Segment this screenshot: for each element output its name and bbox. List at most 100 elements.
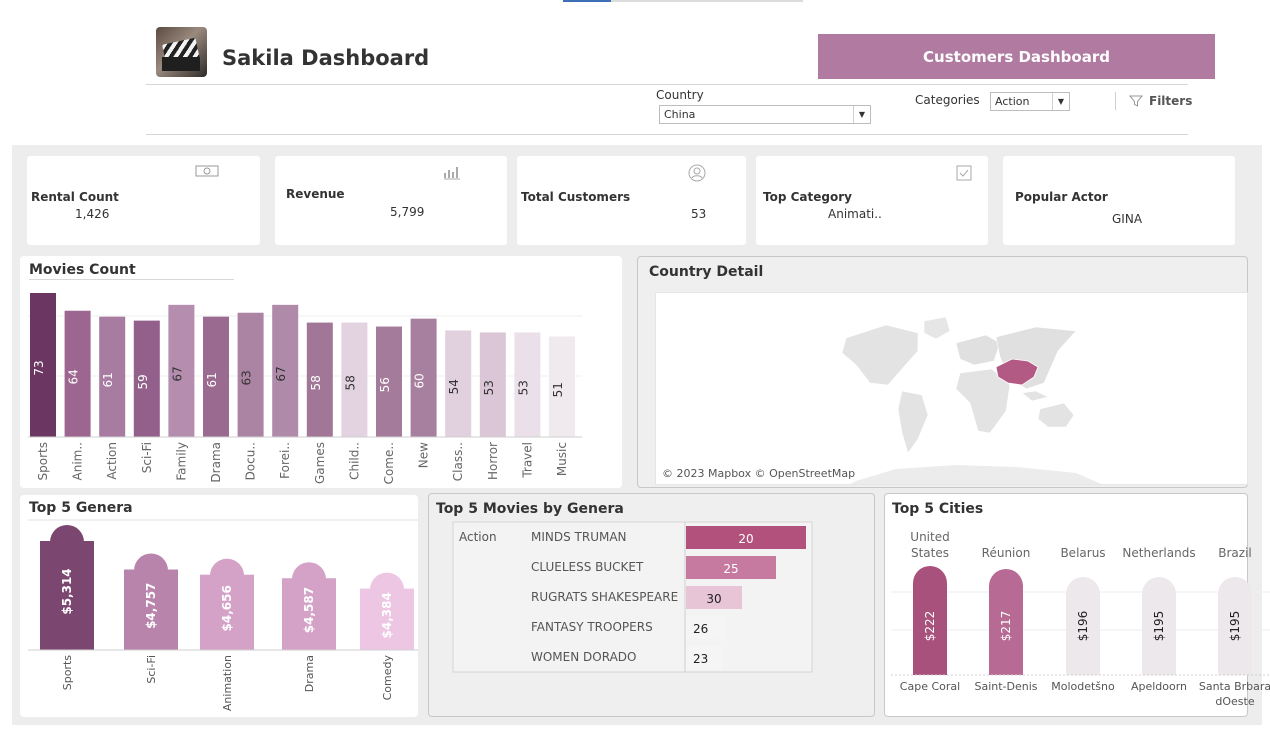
data-label: 51 bbox=[551, 382, 565, 397]
data-label: $4,384 bbox=[380, 592, 394, 638]
data-label: $196 bbox=[1076, 611, 1090, 642]
data-label: 67 bbox=[274, 366, 288, 381]
continent-north-america bbox=[841, 324, 919, 386]
data-label: 59 bbox=[136, 374, 150, 389]
kpi-total-customers: Total Customers 53 bbox=[517, 156, 746, 245]
data-label: $5,314 bbox=[60, 568, 74, 614]
tick-label: Horror bbox=[486, 442, 500, 480]
continent-australia bbox=[1037, 402, 1075, 428]
movie-label: RUGRATS SHAKESPEARE bbox=[531, 590, 678, 604]
money-icon bbox=[195, 164, 219, 182]
country-label: United bbox=[910, 530, 949, 544]
data-label: $217 bbox=[999, 611, 1013, 642]
tick-label: Action bbox=[105, 442, 119, 480]
data-label: 23 bbox=[693, 652, 708, 666]
divider bbox=[1115, 92, 1116, 110]
kpi-revenue: Revenue 5,799 bbox=[275, 156, 507, 245]
data-label: $4,757 bbox=[144, 583, 158, 629]
continent-europe bbox=[955, 334, 1001, 366]
tick-label: Child.. bbox=[347, 442, 361, 480]
region-southeast-asia bbox=[1021, 390, 1049, 402]
movie-label: CLUELESS BUCKET bbox=[531, 560, 644, 574]
kpi-value: 1,426 bbox=[75, 207, 110, 221]
kpi-label: Total Customers bbox=[521, 190, 631, 204]
filters-label: Filters bbox=[1149, 94, 1193, 108]
tick-label: Molodetšno bbox=[1051, 680, 1115, 693]
data-label: 30 bbox=[706, 592, 721, 606]
world-map[interactable]: © 2023 Mapbox © OpenStreetMap bbox=[655, 292, 1248, 485]
kpi-value: 53 bbox=[691, 207, 707, 221]
filters-button[interactable]: Filters bbox=[1129, 94, 1192, 108]
chevron-down-icon[interactable]: ▼ bbox=[1052, 93, 1069, 110]
categories-select[interactable]: Action ▼ bbox=[990, 92, 1070, 111]
continent-antarctica bbox=[850, 465, 1102, 484]
data-label: 53 bbox=[516, 380, 530, 395]
customers-dashboard-button[interactable]: Customers Dashboard bbox=[818, 34, 1215, 79]
data-label: 73 bbox=[32, 360, 46, 375]
divider bbox=[146, 84, 1188, 85]
kpi-label: Popular Actor bbox=[1015, 190, 1108, 204]
data-label: 61 bbox=[205, 372, 219, 387]
tick-label: Sports bbox=[36, 442, 50, 480]
data-label: $195 bbox=[1228, 611, 1242, 642]
top5-genera-chart: $5,314 Sports $4,757 Sci-Fi $4,656 Animation $… bbox=[28, 519, 418, 711]
tick-label: Music bbox=[555, 442, 569, 476]
data-label: 25 bbox=[723, 562, 738, 576]
card-title: Country Detail bbox=[649, 264, 764, 280]
movie-label: WOMEN DORADO bbox=[531, 650, 636, 664]
data-label: 20 bbox=[738, 532, 753, 546]
country-label: States bbox=[911, 546, 949, 560]
tick-label: Cape Coral bbox=[900, 680, 960, 693]
tick-label: Sci-Fi bbox=[140, 442, 154, 473]
kpi-label: Revenue bbox=[286, 187, 345, 201]
data-label: $4,587 bbox=[302, 587, 316, 633]
country-select-value: China bbox=[664, 108, 696, 121]
checkbox-icon bbox=[956, 165, 972, 185]
tick-label: Docu.. bbox=[244, 442, 258, 480]
country-label: Réunion bbox=[982, 546, 1031, 560]
kpi-label: Top Category bbox=[763, 190, 852, 204]
top5-movies-card: Top 5 Movies by Genera Action MINDS TRUMA… bbox=[428, 493, 875, 717]
country-label: Belarus bbox=[1060, 546, 1105, 560]
category-label: Action bbox=[459, 530, 497, 544]
bar-chart-icon bbox=[442, 164, 462, 184]
data-label: $195 bbox=[1152, 611, 1166, 642]
tick-label: Sci-Fi bbox=[145, 655, 158, 684]
movies-count-card: Movies Count 73 Sports 64 Anim.. 61 Action 59 S… bbox=[20, 256, 622, 488]
tick-label: Santa Brbara bbox=[1199, 680, 1270, 693]
data-label: 63 bbox=[240, 370, 254, 385]
kpi-top-category: Top Category Animati.. bbox=[756, 156, 988, 245]
top5-movies-chart: Action MINDS TRUMAN 20 CLUELESS BUCKET 25 RUG… bbox=[452, 521, 813, 673]
tick-label: Drama bbox=[303, 655, 316, 692]
tick-label: Drama bbox=[209, 442, 223, 483]
data-label: 56 bbox=[378, 377, 392, 392]
map-attribution[interactable]: © 2023 Mapbox © OpenStreetMap bbox=[660, 467, 858, 480]
map-svg bbox=[841, 316, 1102, 484]
movie-label: FANTASY TROOPERS bbox=[531, 620, 653, 634]
data-label: 64 bbox=[67, 369, 81, 384]
top5-cities-chart: $222 United States Cape Coral $217 Réunion Sai… bbox=[891, 530, 1270, 708]
top5-cities-card: Top 5 Cities $222 United States Cape Coral $… bbox=[884, 493, 1270, 717]
data-label: 53 bbox=[482, 380, 496, 395]
kpi-rental-count: Rental Count 1,426 bbox=[27, 156, 260, 245]
country-filter-label: Country bbox=[656, 88, 704, 102]
kpi-label: Rental Count bbox=[31, 190, 119, 204]
divider bbox=[146, 134, 1188, 135]
top-progress-indicator bbox=[563, 0, 803, 2]
data-label: 26 bbox=[693, 622, 708, 636]
tick-label: Games bbox=[313, 442, 327, 484]
tick-label: Apeldoorn bbox=[1131, 680, 1187, 693]
tick-label: Saint-Denis bbox=[974, 680, 1037, 693]
chevron-down-icon[interactable]: ▼ bbox=[853, 106, 870, 123]
country-label: Brazil bbox=[1218, 546, 1252, 560]
data-label: $4,656 bbox=[220, 585, 234, 631]
top5-genera-card: Top 5 Genera $5,314 Sports $4,757 Sci-Fi $4,… bbox=[20, 495, 418, 717]
data-label: 58 bbox=[309, 375, 323, 390]
tick-label: Family bbox=[174, 442, 188, 481]
continent-greenland bbox=[923, 316, 951, 340]
tick-label: Come.. bbox=[382, 442, 396, 484]
tick-label: Comedy bbox=[381, 655, 394, 701]
kpi-popular-actor: Popular Actor GINA bbox=[1003, 156, 1235, 245]
kpi-value: 5,799 bbox=[390, 205, 425, 219]
country-select[interactable]: China ▼ bbox=[659, 105, 871, 124]
